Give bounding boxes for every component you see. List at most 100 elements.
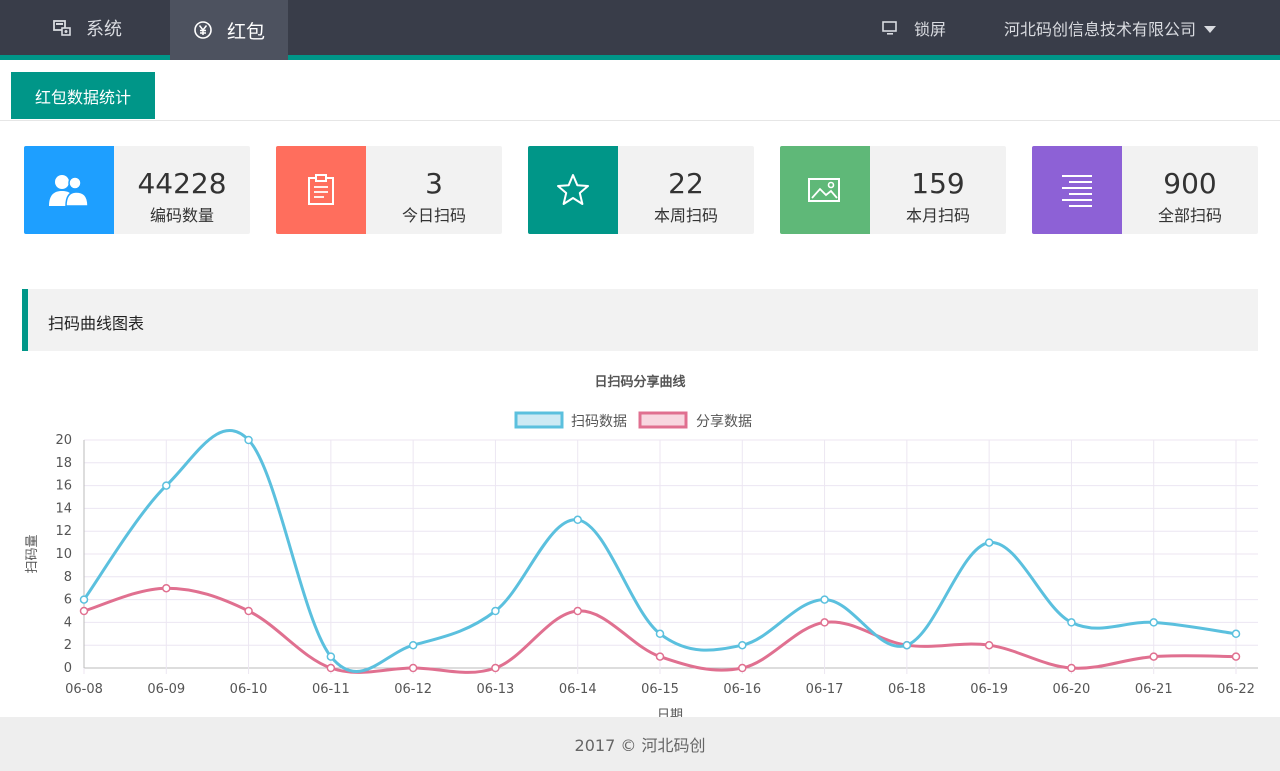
x-tick-label: 06-13 bbox=[477, 682, 515, 697]
x-tick-label: 06-16 bbox=[723, 682, 761, 697]
monitor-icon bbox=[880, 18, 900, 38]
x-tick-label: 06-22 bbox=[1217, 682, 1255, 697]
chart-section-header: 扫码曲线图表 bbox=[22, 289, 1258, 351]
x-tick-label: 06-15 bbox=[641, 682, 679, 697]
data-point[interactable] bbox=[1231, 652, 1241, 661]
stat-card-code-count: 44228 编码数量 bbox=[24, 146, 250, 234]
y-tick-label: 16 bbox=[55, 479, 72, 494]
stat-value: 3 bbox=[425, 167, 443, 200]
scan-share-line-chart: 0 2 4 6 8 10 12 14 16 18 20 06-08 06-09 06-10 06-11 06-… bbox=[25, 374, 1258, 717]
data-point[interactable] bbox=[573, 606, 582, 616]
stat-label: 本周扫码 bbox=[653, 206, 718, 225]
legend-swatch-scan bbox=[514, 411, 564, 429]
data-point[interactable] bbox=[738, 640, 747, 650]
stat-label: 全部扫码 bbox=[1157, 206, 1222, 225]
data-point[interactable] bbox=[162, 583, 171, 593]
data-point[interactable] bbox=[244, 606, 253, 616]
chart-title: 日扫码分享曲线 bbox=[594, 374, 685, 390]
x-tick-label: 06-08 bbox=[65, 682, 103, 697]
lock-screen-button[interactable]: 锁屏 bbox=[880, 0, 946, 55]
data-point[interactable] bbox=[79, 595, 89, 604]
x-tick-label: 06-10 bbox=[230, 682, 268, 697]
data-point[interactable] bbox=[1231, 629, 1241, 639]
clipboard-icon bbox=[276, 146, 366, 234]
company-dropdown[interactable]: 河北码创信息技术有限公司 bbox=[1004, 0, 1217, 55]
data-point[interactable] bbox=[326, 652, 336, 661]
data-point[interactable] bbox=[408, 640, 418, 650]
data-point[interactable] bbox=[408, 663, 418, 673]
data-point[interactable] bbox=[491, 663, 500, 673]
footer-copyright: 2017 © 河北码创 bbox=[574, 736, 706, 755]
legend-label-share: 分享数据 bbox=[696, 413, 752, 430]
data-point[interactable] bbox=[491, 606, 500, 616]
lock-screen-label: 锁屏 bbox=[914, 19, 947, 39]
footer: 2017 © 河北码创 bbox=[0, 717, 1280, 771]
x-tick-label: 06-21 bbox=[1135, 682, 1173, 697]
align-lines-icon bbox=[1032, 146, 1122, 234]
yen-circle-icon bbox=[193, 20, 213, 40]
data-point[interactable] bbox=[79, 606, 89, 616]
tab-hongbao-stats[interactable]: 红包数据统计 bbox=[11, 72, 155, 119]
company-name: 河北码创信息技术有限公司 bbox=[1004, 19, 1197, 39]
x-tick-label: 06-20 bbox=[1053, 682, 1091, 697]
data-point[interactable] bbox=[902, 640, 912, 650]
data-point[interactable] bbox=[820, 618, 829, 627]
stat-card-week-scans: 22 本周扫码 bbox=[528, 146, 754, 234]
x-axis-label: 日期 bbox=[657, 708, 683, 717]
x-tick-label: 06-14 bbox=[559, 682, 597, 697]
data-point[interactable] bbox=[162, 481, 171, 490]
legend-label-scan: 扫码数据 bbox=[571, 414, 627, 430]
data-point[interactable] bbox=[1067, 663, 1076, 673]
stat-value: 44228 bbox=[137, 167, 227, 200]
data-point[interactable] bbox=[1149, 618, 1158, 627]
y-tick-label: 6 bbox=[64, 593, 72, 608]
y-tick-label: 14 bbox=[55, 501, 72, 516]
data-point[interactable] bbox=[984, 640, 994, 650]
y-tick-label: 18 bbox=[55, 456, 72, 471]
data-point[interactable] bbox=[326, 663, 336, 673]
star-icon bbox=[528, 146, 618, 234]
stat-card-month-scans: 159 本月扫码 bbox=[780, 146, 1006, 234]
tab-label: 红包数据统计 bbox=[34, 87, 131, 107]
x-tick-label: 06-11 bbox=[312, 682, 350, 697]
x-tick-label: 06-09 bbox=[147, 682, 185, 697]
nav-item-hongbao[interactable]: 红包 bbox=[170, 0, 288, 60]
x-tick-label: 06-12 bbox=[394, 682, 432, 697]
nav-system-label: 系统 bbox=[86, 18, 122, 40]
nav-item-system[interactable]: 系统 bbox=[52, 0, 122, 55]
data-point[interactable] bbox=[655, 629, 665, 639]
stat-label: 今日扫码 bbox=[401, 206, 466, 225]
stat-label: 编码数量 bbox=[149, 206, 214, 225]
users-icon bbox=[24, 146, 114, 234]
data-point[interactable] bbox=[1067, 618, 1076, 627]
nav-hongbao-label: 红包 bbox=[226, 20, 265, 43]
stat-label: 本月扫码 bbox=[905, 206, 970, 225]
stat-value: 900 bbox=[1163, 167, 1217, 200]
data-point[interactable] bbox=[655, 652, 665, 661]
data-point[interactable] bbox=[820, 595, 829, 604]
data-point[interactable] bbox=[244, 435, 253, 445]
data-point[interactable] bbox=[984, 538, 994, 547]
y-tick-label: 12 bbox=[55, 524, 72, 539]
x-tick-label: 06-18 bbox=[888, 682, 926, 697]
image-icon bbox=[780, 146, 870, 234]
chevron-down-icon bbox=[1204, 25, 1217, 33]
y-tick-label: 0 bbox=[64, 661, 72, 676]
data-point[interactable] bbox=[573, 515, 582, 525]
stat-value: 22 bbox=[668, 167, 704, 200]
data-point[interactable] bbox=[1149, 652, 1158, 661]
y-tick-label: 4 bbox=[64, 615, 72, 630]
section-title: 扫码曲线图表 bbox=[48, 314, 145, 333]
stat-card-total-scans: 900 全部扫码 bbox=[1032, 146, 1258, 234]
data-point[interactable] bbox=[738, 663, 747, 673]
tab-strip: 红包数据统计 bbox=[0, 60, 1280, 121]
chart-legend: 扫码数据 分享数据 bbox=[514, 411, 752, 430]
x-tick-label: 06-19 bbox=[970, 682, 1008, 697]
x-tick-label: 06-17 bbox=[806, 682, 844, 697]
y-tick-label: 10 bbox=[55, 547, 72, 562]
stat-card-today-scans: 3 今日扫码 bbox=[276, 146, 502, 234]
y-tick-label: 20 bbox=[55, 433, 72, 448]
stat-value: 159 bbox=[911, 167, 965, 200]
system-icon bbox=[52, 18, 72, 38]
y-tick-label: 8 bbox=[64, 570, 72, 585]
